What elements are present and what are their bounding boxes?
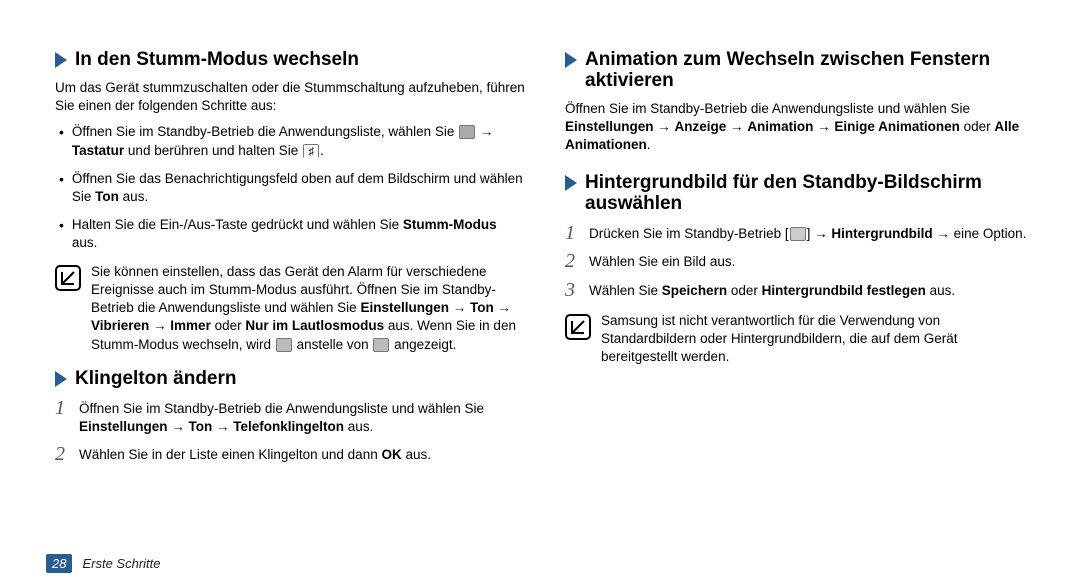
step-number: 2: [55, 444, 71, 464]
ringtone-steps: 1 Öffnen Sie im Standby-Betrieb die Anwe…: [55, 398, 525, 465]
chevron-icon: [55, 52, 67, 68]
note-block: Samsung ist nicht verantwortlich für die…: [565, 312, 1035, 367]
animation-text: Öffnen Sie im Standby-Betrieb die Anwend…: [565, 100, 1035, 155]
step-row: 3 Wählen Sie Speichern oder Hintergrundb…: [565, 280, 1035, 300]
chevron-icon: [565, 52, 577, 68]
section-title: Hintergrundbild für den Standby-Bildschi…: [585, 173, 1035, 215]
chevron-icon: [55, 371, 67, 387]
page-body: In den Stumm-Modus wechseln Um das Gerät…: [0, 0, 1080, 540]
right-column: Animation zum Wechseln zwischen Fenstern…: [565, 45, 1035, 540]
section-mute-mode: In den Stumm-Modus wechseln: [55, 49, 525, 71]
step-row: 2 Wählen Sie in der Liste einen Klingelt…: [55, 444, 525, 464]
mute-icon: [373, 338, 389, 352]
chevron-icon: [565, 175, 577, 191]
hash-icon: [303, 144, 319, 158]
section-title: Animation zum Wechseln zwischen Fenstern…: [585, 50, 1035, 92]
step-row: 2 Wählen Sie ein Bild aus.: [565, 251, 1035, 271]
note-block: Sie können einstellen, dass das Gerät de…: [55, 263, 525, 354]
note-text: Samsung ist nicht verantwortlich für die…: [601, 312, 1035, 367]
section-title: In den Stumm-Modus wechseln: [75, 50, 359, 71]
note-icon: [55, 265, 81, 291]
step-number: 2: [565, 251, 581, 271]
list-item: Öffnen Sie das Benachrichtigungsfeld obe…: [59, 170, 525, 206]
menu-icon: [790, 227, 806, 241]
step-number: 1: [55, 398, 71, 436]
page-number: 28: [46, 554, 72, 573]
section-wallpaper: Hintergrundbild für den Standby-Bildschi…: [565, 172, 1035, 215]
mute-steps-list: Öffnen Sie im Standby-Betrieb die Anwend…: [59, 123, 525, 252]
section-title: Klingelton ändern: [75, 369, 237, 390]
note-icon: [565, 314, 591, 340]
section-animation: Animation zum Wechseln zwischen Fenstern…: [565, 49, 1035, 92]
breadcrumb: Erste Schritte: [82, 556, 160, 571]
left-column: In den Stumm-Modus wechseln Um das Gerät…: [55, 45, 525, 540]
step-row: 1 Öffnen Sie im Standby-Betrieb die Anwe…: [55, 398, 525, 436]
intro-text: Um das Gerät stummzuschalten oder die St…: [55, 79, 525, 115]
wallpaper-steps: 1 Drücken Sie im Standby-Betrieb [] → Hi…: [565, 223, 1035, 300]
section-ringtone: Klingelton ändern: [55, 368, 525, 390]
step-number: 1: [565, 223, 581, 243]
step-number: 3: [565, 280, 581, 300]
list-item: Halten Sie die Ein-/Aus-Taste gedrückt u…: [59, 216, 525, 252]
phone-icon: [459, 125, 475, 139]
vibrate-icon: [276, 338, 292, 352]
step-row: 1 Drücken Sie im Standby-Betrieb [] → Hi…: [565, 223, 1035, 243]
list-item: Öffnen Sie im Standby-Betrieb die Anwend…: [59, 123, 525, 159]
note-text: Sie können einstellen, dass das Gerät de…: [91, 263, 525, 354]
page-footer: 28 Erste Schritte: [0, 540, 1080, 586]
